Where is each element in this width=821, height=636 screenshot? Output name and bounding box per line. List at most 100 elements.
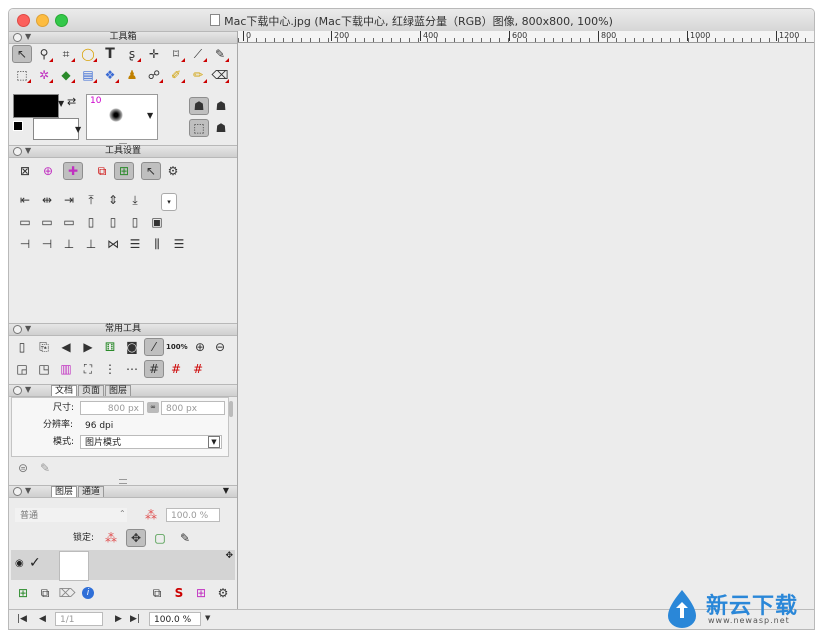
tab-channels[interactable]: 通道 <box>78 486 105 497</box>
lasso-tool-icon[interactable]: ◯ <box>78 45 98 63</box>
eraser-tool-icon[interactable]: ⌫ <box>210 66 230 84</box>
distribute-right-icon[interactable]: ▭ <box>59 213 79 231</box>
transform-icon[interactable]: ⧉ <box>92 162 112 180</box>
blend-mode-stepper-icon[interactable]: ⌃ <box>119 509 126 518</box>
stamp-tool-icon[interactable]: ♟ <box>122 66 142 84</box>
crop-icon[interactable]: ⌗ <box>56 45 76 63</box>
height-field[interactable]: 800 px <box>161 401 225 415</box>
space-h2-icon[interactable]: ⊣ <box>37 235 57 253</box>
mode-dropdown-arrow-icon[interactable]: ▼ <box>208 436 220 448</box>
lock-bounds-icon[interactable]: ▢ <box>150 529 170 547</box>
zoom-in-icon[interactable]: ⊕ <box>190 338 210 356</box>
grid-snap-icon[interactable]: ⊞ <box>114 162 134 180</box>
arrow-tool-icon[interactable]: ↖ <box>12 45 32 63</box>
target-icon[interactable]: ⊕ <box>38 162 58 180</box>
layers-menu-arrow-icon[interactable]: ▼ <box>223 486 229 496</box>
layer-move-icon[interactable]: ✥ <box>225 551 233 561</box>
disclosure-triangle-icon[interactable]: ▼ <box>25 486 31 496</box>
previous-icon[interactable]: ◀ <box>56 338 76 356</box>
delete-layer-icon[interactable]: ⌦ <box>57 584 77 602</box>
image-canvas[interactable] <box>238 43 814 609</box>
actual-size-icon[interactable]: ◳ <box>34 360 54 378</box>
mode-select[interactable]: 图片模式 <box>80 435 222 449</box>
space-even-h-icon[interactable]: ⋈ <box>103 235 123 253</box>
add-mode-icon[interactable]: ✚ <box>63 162 83 180</box>
last-page-icon[interactable]: ▶| <box>130 614 140 624</box>
layer-thumbnail[interactable] <box>59 551 89 581</box>
edit-icon[interactable]: ✎ <box>35 459 55 477</box>
distribute-left-icon[interactable]: ▭ <box>15 213 35 231</box>
space-cols-icon[interactable]: ⫼ <box>147 235 167 253</box>
effects-icon[interactable]: ⊞ <box>191 584 211 602</box>
distribute-center-icon[interactable]: ▭ <box>37 213 57 231</box>
clone-tool-icon[interactable]: ❖ <box>100 66 120 84</box>
zoom-100-button[interactable]: 100% <box>166 343 188 351</box>
link-dimensions-icon[interactable]: ∞ <box>147 402 159 413</box>
pen-tool-icon[interactable]: ✎ <box>210 45 230 63</box>
zoom-dropdown-arrow-icon[interactable]: ▼ <box>205 614 210 622</box>
resize-grip[interactable] <box>119 479 127 484</box>
zoom-tool-icon[interactable]: ⚲ <box>34 45 54 63</box>
tab-page[interactable]: 页面 <box>78 385 105 396</box>
tool-settings-header[interactable]: ▼ 工具设置 <box>9 145 237 158</box>
default-colors-icon[interactable] <box>13 121 23 131</box>
toolbox-header[interactable]: ▼ 工具箱 <box>9 31 237 44</box>
background-color-swatch[interactable] <box>33 118 79 140</box>
brush-dropdown-arrow-icon[interactable]: ▼ <box>147 111 153 120</box>
measure-icon[interactable]: ⁄ <box>144 338 164 356</box>
opacity-field[interactable]: 100.0 % <box>166 508 220 522</box>
visibility-eye-icon[interactable]: ◉ <box>15 558 24 569</box>
new-layer-icon[interactable]: ⊞ <box>13 584 33 602</box>
lock-pixels-icon[interactable]: ✎ <box>175 529 195 547</box>
pointer-icon[interactable]: ↖ <box>141 162 161 180</box>
common-tools-header[interactable]: ▼ 常用工具 <box>9 323 237 336</box>
align-center-v-icon[interactable]: ⇕ <box>103 191 123 209</box>
new-document-icon[interactable]: ▯ <box>12 338 32 356</box>
collapse-circle-icon[interactable] <box>13 386 22 395</box>
lock-position-icon[interactable]: ✥ <box>126 529 146 547</box>
move-tool-icon[interactable]: ✛ <box>144 45 164 63</box>
show-grid-icon[interactable]: ⋮ <box>100 360 120 378</box>
align-center-h-icon[interactable]: ⇹ <box>37 191 57 209</box>
scrollbar[interactable] <box>229 401 233 417</box>
fit-window-icon[interactable]: ◲ <box>12 360 32 378</box>
mask-mode-icon[interactable]: ☗ <box>211 97 231 115</box>
layer-check-icon[interactable]: ✓ <box>29 555 41 571</box>
distribute-bottom-icon[interactable]: ▯ <box>125 213 145 231</box>
align-dropdown[interactable]: ▾ <box>161 193 177 211</box>
color-dropdown-arrow-icon[interactable]: ▼ <box>58 99 64 108</box>
brush-tool-icon[interactable]: ✐ <box>166 66 186 84</box>
quickmask-mode-icon[interactable]: ☗ <box>211 119 231 137</box>
paint-bucket-icon[interactable]: ◆ <box>56 66 76 84</box>
global-settings-icon[interactable]: ⊜ <box>13 459 33 477</box>
guides-icon[interactable]: ⋯ <box>122 360 142 378</box>
standard-mode-icon[interactable]: ☗ <box>189 97 209 115</box>
duplicate-layer-icon[interactable]: ⧉ <box>35 584 55 602</box>
align-top-edge-icon[interactable]: ⤒ <box>81 191 101 209</box>
info-icon[interactable]: i <box>82 587 94 599</box>
space-rows-icon[interactable]: ☰ <box>169 235 189 253</box>
distribute-top-icon[interactable]: ▯ <box>81 213 101 231</box>
script-icon[interactable]: S <box>169 584 189 602</box>
gradient-tool-icon[interactable]: ▤ <box>78 66 98 84</box>
grid-icon[interactable]: # <box>144 360 164 378</box>
layer-gear-icon[interactable]: ⚙ <box>213 584 233 602</box>
next-icon[interactable]: ▶ <box>78 338 98 356</box>
layers-panel-header[interactable]: ▼ ▼ <box>9 485 237 498</box>
align-bottom-edge-icon[interactable]: ⤓ <box>125 191 145 209</box>
tab-layers[interactable]: 图层 <box>51 486 78 497</box>
merge-layer-icon[interactable]: ⧉ <box>147 584 167 602</box>
space-h-icon[interactable]: ⊣ <box>15 235 35 253</box>
blend-mode-select[interactable]: 普通 <box>15 508 127 522</box>
marquee-tool-icon[interactable]: ⬚ <box>12 66 32 84</box>
swap-colors-icon[interactable]: ⇄ <box>67 95 76 108</box>
resize-grip[interactable] <box>119 139 127 144</box>
zoom-out-icon[interactable]: ⊖ <box>210 338 230 356</box>
first-page-icon[interactable]: |◀ <box>17 614 27 624</box>
smudge-tool-icon[interactable]: ☍ <box>144 66 164 84</box>
foreground-color-swatch[interactable] <box>13 94 59 118</box>
space-even-v-icon[interactable]: ☰ <box>125 235 145 253</box>
tab-document[interactable]: 文档 <box>51 385 78 396</box>
fullscreen-icon[interactable]: ⛶ <box>78 360 98 378</box>
zoom-field[interactable]: 100.0 % <box>149 612 201 626</box>
